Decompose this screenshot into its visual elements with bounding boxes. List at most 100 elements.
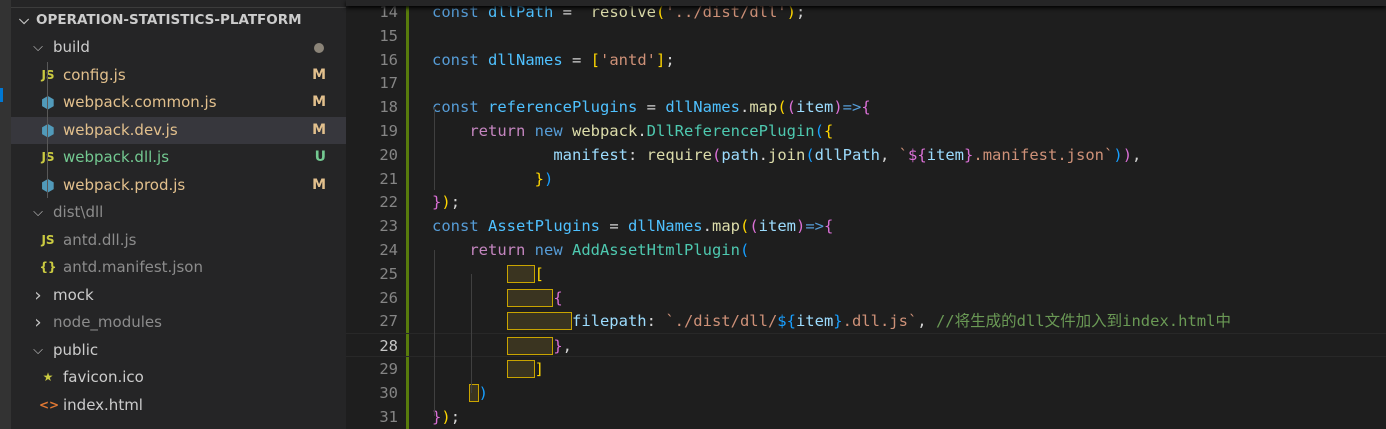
line-number: 20 xyxy=(379,145,398,164)
code-token: const xyxy=(432,217,488,236)
code-token: ) xyxy=(1122,145,1133,164)
active-indicator xyxy=(0,88,3,102)
code-line[interactable]: 26 { xyxy=(346,286,1386,310)
code-editor[interactable]: 14 const dllPath = resolve('../dist/dll')… xyxy=(346,0,1386,429)
code-line[interactable]: 22}); xyxy=(346,190,1386,214)
code-token: } xyxy=(833,312,843,331)
line-number: 21 xyxy=(379,169,398,188)
root-folder-label: OPERATION-STATISTICS-PLATFORM xyxy=(36,12,302,28)
code-line[interactable]: 29 ] xyxy=(346,357,1386,381)
code-token: ( xyxy=(739,217,750,236)
folder-build[interactable]: ⌵ build xyxy=(11,34,346,61)
whitespace-highlight xyxy=(506,312,572,331)
item-label: build xyxy=(53,38,90,56)
code-token: } xyxy=(432,193,442,212)
line-number: 15 xyxy=(379,26,398,45)
code-text: return new AddAssetHtmlPlugin( xyxy=(432,238,749,262)
code-token: filepath xyxy=(571,312,647,331)
whitespace-highlight xyxy=(506,264,535,283)
webpack-icon: ⬢ xyxy=(41,175,55,195)
code-token: ${ xyxy=(908,145,927,164)
code-token: ] xyxy=(534,360,544,378)
code-token: ) xyxy=(478,383,489,402)
code-token: item xyxy=(758,217,796,236)
code-text: }) xyxy=(432,167,554,191)
item-label: antd.manifest.json xyxy=(63,258,203,276)
file-webpack-dev-js[interactable]: ⬢ webpack.dev.js M xyxy=(11,116,346,144)
code-token: ${ xyxy=(777,312,796,331)
code-line[interactable]: 21 }) xyxy=(346,167,1386,191)
line-number: 23 xyxy=(379,217,398,236)
code-token: { xyxy=(553,288,563,307)
code-line[interactable]: 31}); xyxy=(346,405,1386,429)
code-token: : xyxy=(627,145,647,164)
code-token: , xyxy=(562,337,573,356)
code-token: => xyxy=(842,98,862,117)
code-line[interactable]: 20 manifest: require(path.join(dllPath, … xyxy=(346,143,1386,167)
line-number: 16 xyxy=(379,50,398,69)
folder-dist-dll[interactable]: ⌵ dist\dll xyxy=(11,199,346,226)
item-label: dist\dll xyxy=(53,203,104,221)
code-line[interactable]: 19 return new webpack.DllReferencePlugin… xyxy=(346,119,1386,143)
folder-mock[interactable]: › mock xyxy=(11,282,346,309)
code-token: => xyxy=(805,217,825,236)
code-token: dllNames xyxy=(665,98,740,117)
code-line[interactable]: 18 const referencePlugins = dllNames.map(… xyxy=(346,95,1386,119)
code-text: const AssetPlugins = dllNames.map((item)… xyxy=(432,214,833,238)
line-number: 30 xyxy=(379,383,398,402)
code-text: ] xyxy=(432,357,544,381)
webpack-icon: ⬢ xyxy=(41,93,55,112)
code-token: ) xyxy=(544,169,554,188)
code-line[interactable]: 27 filepath: `./dist/dll/${item}.dll.js`… xyxy=(346,309,1386,333)
code-line[interactable]: 15 xyxy=(346,24,1386,48)
code-token: new xyxy=(534,241,572,259)
chevron-right-icon: › xyxy=(34,312,42,333)
code-line[interactable]: 23 const AssetPlugins = dllNames.map((ite… xyxy=(346,214,1386,238)
code-token: join xyxy=(768,145,806,164)
code-token: AddAssetHtmlPlugin xyxy=(571,241,740,259)
code-token: item xyxy=(795,312,834,331)
code-token: const xyxy=(432,50,488,69)
code-token: AssetPlugins xyxy=(488,217,600,236)
code-token: return xyxy=(469,122,535,140)
code-line[interactable]: 16 const dllNames = ['antd']; xyxy=(346,48,1386,72)
item-label: public xyxy=(53,340,99,359)
code-text: }, xyxy=(432,334,572,358)
code-line[interactable]: 30 ) xyxy=(346,381,1386,405)
code-token: = xyxy=(562,50,591,69)
folder-public[interactable]: ⌵ public xyxy=(11,337,346,364)
file-webpack-dll-js[interactable]: JS webpack.dll.js U xyxy=(11,144,346,171)
code-line[interactable]: 17 xyxy=(346,71,1386,95)
git-status-badge: M xyxy=(312,94,326,110)
code-token: ; xyxy=(450,193,461,212)
js-file-icon: JS xyxy=(39,144,57,171)
html-file-icon: <> xyxy=(39,397,60,412)
line-number: 19 xyxy=(379,122,398,140)
file-antd-dll-js[interactable]: JS antd.dll.js xyxy=(11,227,346,254)
chevron-down-icon: ⌵ xyxy=(33,342,43,358)
code-token: { xyxy=(823,122,834,140)
folder-node-modules[interactable]: › node_modules xyxy=(11,309,346,336)
code-text: filepath: `./dist/dll/${item}.dll.js`, /… xyxy=(432,309,1231,333)
file-webpack-prod-js[interactable]: ⬢ webpack.prod.js M xyxy=(11,172,346,199)
file-antd-manifest-json[interactable]: {} antd.manifest.json xyxy=(11,254,346,281)
file-index-html[interactable]: <> index.html xyxy=(11,392,346,419)
code-token: path xyxy=(721,145,759,164)
code-text: return new webpack.DllReferencePlugin({ xyxy=(432,119,833,143)
item-label: webpack.dev.js xyxy=(63,120,178,139)
code-token: referencePlugins xyxy=(488,98,638,117)
code-token: manifest xyxy=(553,145,628,164)
file-webpack-common-js[interactable]: ⬢ webpack.common.js M xyxy=(11,89,346,116)
file-favicon-ico[interactable]: ★ favicon.ico xyxy=(11,364,346,391)
explorer-root[interactable]: ⌵ OPERATION-STATISTICS-PLATFORM xyxy=(11,7,346,34)
file-config-js[interactable]: JS config.js M xyxy=(11,62,346,89)
code-token: [ xyxy=(590,50,600,69)
code-line[interactable]: 24 return new AddAssetHtmlPlugin( xyxy=(346,238,1386,262)
code-line[interactable]: 28 }, xyxy=(346,333,1386,358)
code-line[interactable]: 25 [ xyxy=(346,262,1386,286)
code-token: map xyxy=(711,217,740,236)
indent-guide xyxy=(434,249,435,417)
code-token: item xyxy=(796,98,834,117)
